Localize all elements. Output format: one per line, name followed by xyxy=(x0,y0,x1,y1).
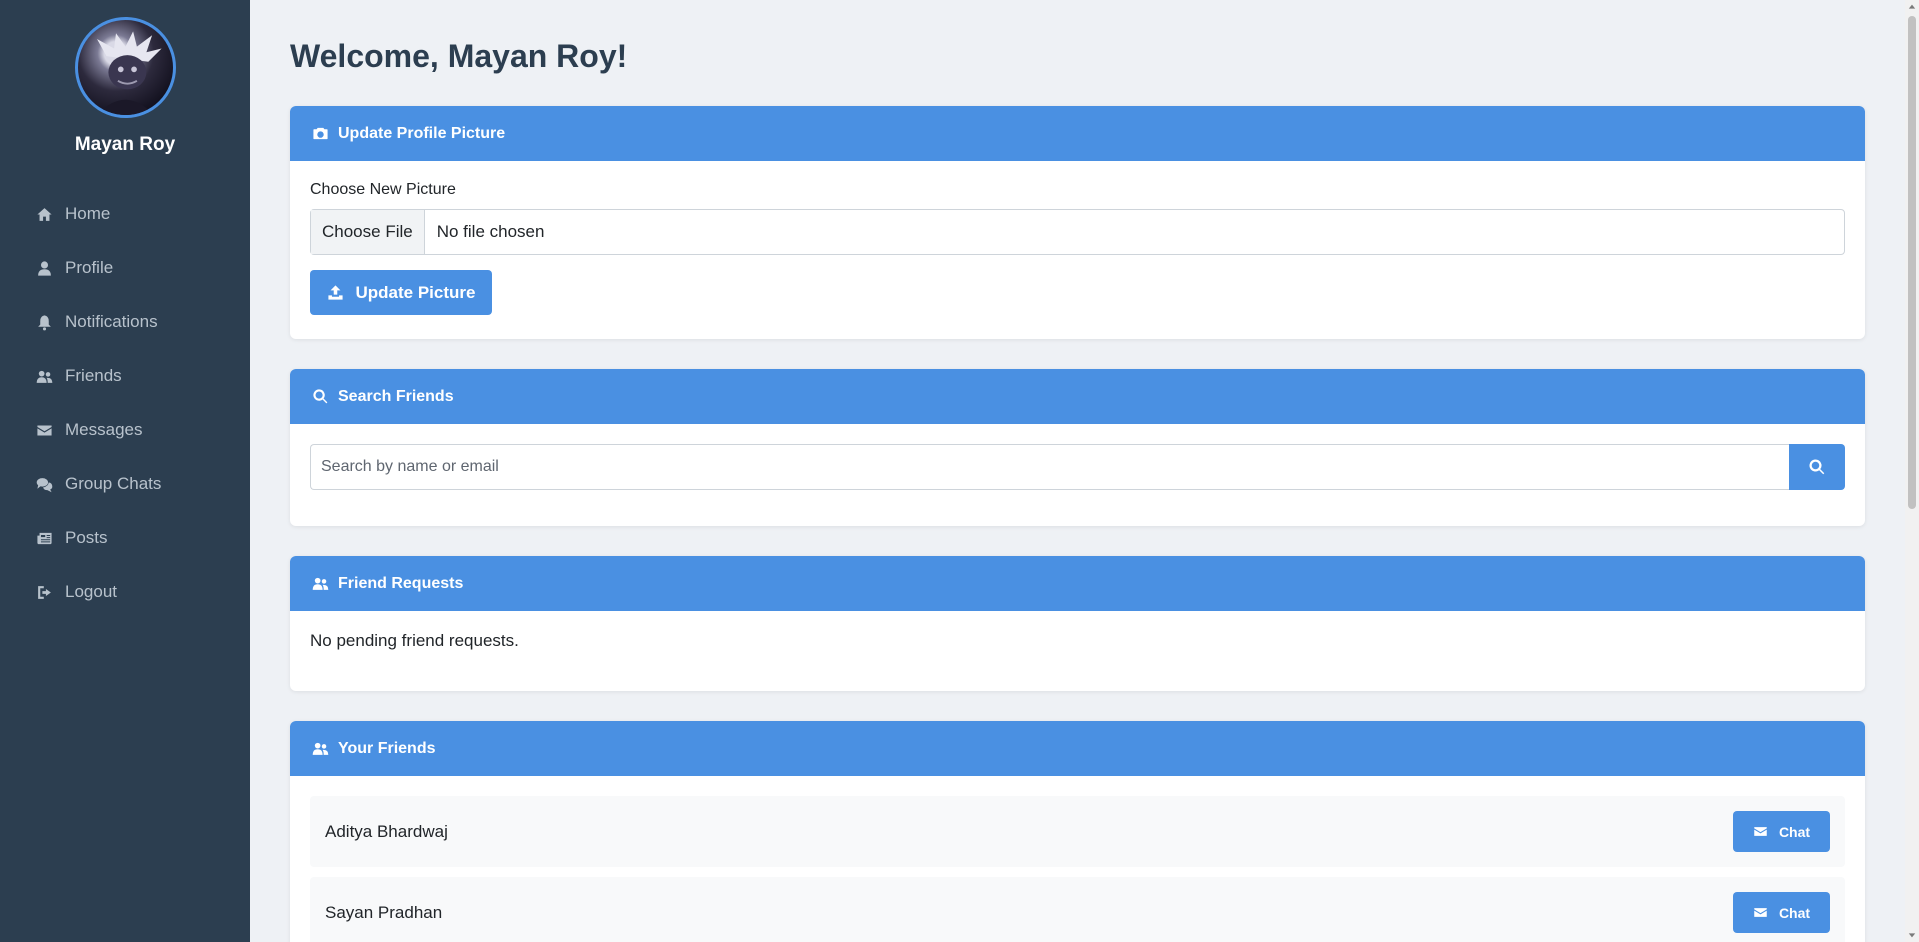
avatar-image xyxy=(97,31,162,115)
update-picture-label: Update Picture xyxy=(355,282,476,302)
sidebar-item-profile[interactable]: Profile xyxy=(0,241,250,295)
card-header: Your Friends xyxy=(290,721,1865,776)
card-title: Your Friends xyxy=(338,739,436,757)
update-picture-card: Update Profile Picture Choose New Pictur… xyxy=(290,106,1865,339)
friend-row: Aditya Bhardwaj Chat xyxy=(310,796,1845,867)
sidebar-item-label: Friends xyxy=(65,366,122,385)
bell-icon xyxy=(35,313,54,332)
sidebar-item-messages[interactable]: Messages xyxy=(0,403,250,457)
user-friends-icon xyxy=(310,574,330,594)
scroll-thumb[interactable] xyxy=(1908,16,1916,509)
sidebar-item-logout[interactable]: Logout xyxy=(0,565,250,619)
sidebar-item-label: Notifications xyxy=(65,312,158,331)
newspaper-icon xyxy=(35,529,54,548)
picture-label: Choose New Picture xyxy=(310,181,456,198)
card-body: Choose New Picture Choose File No file c… xyxy=(290,161,1865,335)
sidebar-item-home[interactable]: Home xyxy=(0,187,250,241)
card-body xyxy=(290,424,1865,510)
card-title: Update Profile Picture xyxy=(338,124,506,142)
chat-button[interactable]: Chat xyxy=(1733,892,1830,933)
page-title: Welcome, Mayan Roy! xyxy=(290,38,628,74)
sidebar-nav: Home Profile Notifications Friends Messa… xyxy=(0,187,250,619)
envelope-icon xyxy=(1754,827,1767,836)
sidebar-item-friends[interactable]: Friends xyxy=(0,349,250,403)
card-header: Friend Requests xyxy=(290,556,1865,611)
upload-icon xyxy=(327,285,343,300)
search-input[interactable] xyxy=(310,444,1789,490)
scroll-down-arrow-icon[interactable] xyxy=(1905,928,1919,942)
sidebar: Mayan Roy Home Profile Notifications Fri… xyxy=(0,0,250,942)
camera-icon xyxy=(310,124,330,144)
card-title: Search Friends xyxy=(338,387,454,405)
sidebar-item-posts[interactable]: Posts xyxy=(0,511,250,565)
sidebar-item-group-chats[interactable]: Group Chats xyxy=(0,457,250,511)
envelope-icon xyxy=(35,421,54,440)
choose-file-button[interactable]: Choose File xyxy=(311,210,425,254)
sidebar-user-name: Mayan Roy xyxy=(74,134,176,155)
file-input[interactable]: Choose File No file chosen xyxy=(310,209,1845,255)
no-requests-text: No pending friend requests. xyxy=(310,631,519,650)
card-header: Search Friends xyxy=(290,369,1865,424)
search-icon xyxy=(310,387,330,407)
users-icon xyxy=(310,739,330,759)
update-picture-button[interactable]: Update Picture xyxy=(310,270,492,315)
card-title: Friend Requests xyxy=(338,574,464,592)
chat-label: Chat xyxy=(1778,823,1811,840)
your-friends-card: Your Friends Aditya Bhardwaj Chat Sayan … xyxy=(290,721,1865,942)
search-button[interactable] xyxy=(1789,444,1845,490)
chat-label: Chat xyxy=(1778,904,1811,921)
user-icon xyxy=(35,259,54,278)
friend-name: Aditya Bhardwaj xyxy=(325,821,448,841)
friend-requests-card: Friend Requests No pending friend reques… xyxy=(290,556,1865,691)
sidebar-item-label: Messages xyxy=(65,420,143,439)
sidebar-item-label: Home xyxy=(65,204,111,223)
page-scrollbar[interactable] xyxy=(1905,0,1919,942)
search-icon xyxy=(1809,459,1825,475)
sidebar-item-notifications[interactable]: Notifications xyxy=(0,295,250,349)
sidebar-item-label: Group Chats xyxy=(65,474,162,493)
users-icon xyxy=(35,367,54,386)
scroll-up-arrow-icon[interactable] xyxy=(1905,0,1919,14)
sidebar-item-label: Profile xyxy=(65,258,114,277)
chat-button[interactable]: Chat xyxy=(1733,811,1830,852)
friends-list: Aditya Bhardwaj Chat Sayan Pradhan Chat xyxy=(290,776,1865,942)
search-friends-card: Search Friends xyxy=(290,369,1865,526)
file-status: No file chosen xyxy=(436,222,545,241)
friend-row: Sayan Pradhan Chat xyxy=(310,877,1845,942)
home-icon xyxy=(35,205,54,224)
card-body: No pending friend requests. xyxy=(290,611,1865,671)
sidebar-item-label: Posts xyxy=(65,528,108,547)
friend-name: Sayan Pradhan xyxy=(325,902,443,922)
card-header: Update Profile Picture xyxy=(290,106,1865,161)
search-row xyxy=(310,444,1845,490)
sign-out-icon xyxy=(35,583,54,602)
avatar[interactable] xyxy=(75,17,176,118)
envelope-icon xyxy=(1754,908,1767,917)
sidebar-item-label: Logout xyxy=(65,582,117,601)
comments-icon xyxy=(35,475,54,494)
